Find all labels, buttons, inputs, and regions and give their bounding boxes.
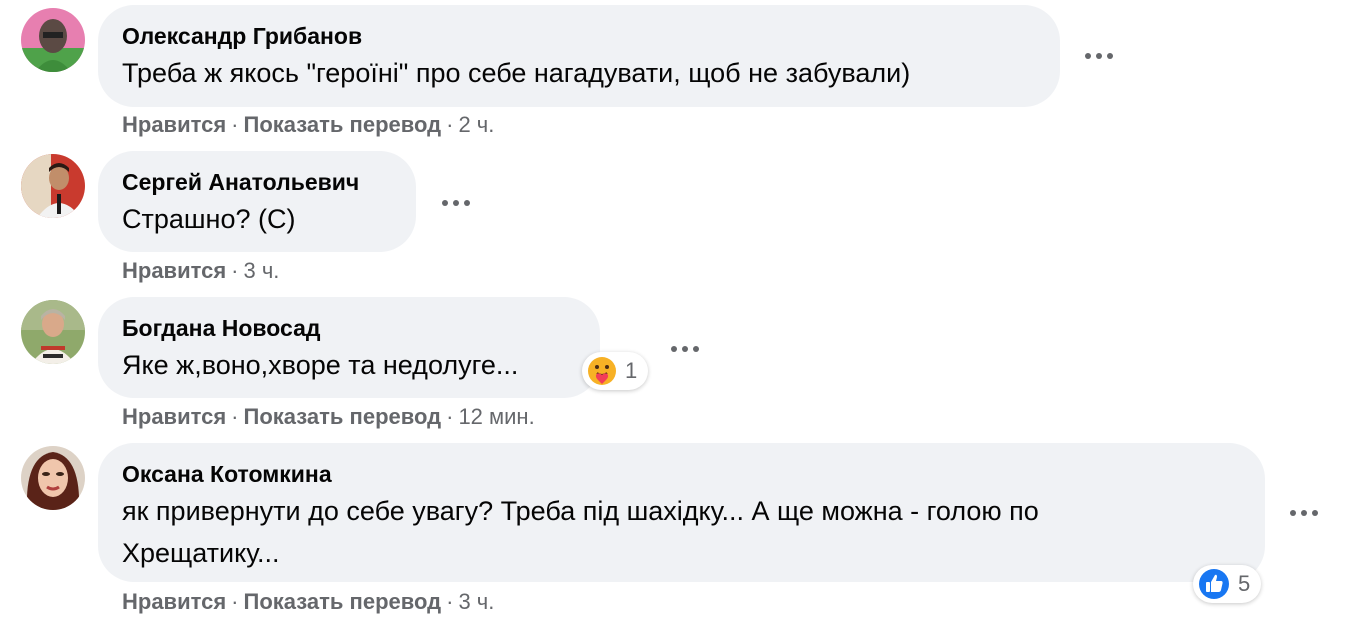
like-link[interactable]: Нравится [122, 404, 226, 429]
dot-icon [1301, 510, 1307, 516]
comment-author[interactable]: Сергей Анатольевич [122, 169, 390, 196]
comment-text-line: як привернути до себе увагу? Треба під ш… [122, 496, 1039, 526]
more-options-button[interactable] [1290, 503, 1318, 523]
separator: · [446, 112, 454, 137]
comment-actions: Нравится · Показать перевод · 12 мин. [122, 404, 535, 430]
timestamp[interactable]: 3 ч. [244, 258, 280, 283]
reaction-count: 5 [1238, 571, 1251, 596]
comment-author[interactable]: Оксана Котомкина [122, 461, 1239, 488]
more-options-button[interactable] [442, 193, 470, 213]
reaction-count: 1 [625, 358, 638, 383]
comment-bubble: Богдана Новосад Яке ж,воно,хворе та недо… [98, 297, 600, 398]
dot-icon [1312, 510, 1318, 516]
avatar-image-icon [21, 8, 85, 72]
dot-icon [1085, 53, 1091, 59]
dot-icon [1096, 53, 1102, 59]
dot-icon [671, 346, 677, 352]
like-thumb-icon [1199, 569, 1229, 599]
comment-bubble: Оксана Котомкина як привернути до себе у… [98, 443, 1265, 582]
avatar[interactable] [21, 446, 85, 510]
reaction-summary[interactable]: 5 [1193, 565, 1261, 603]
comment-author[interactable]: Олександр Грибанов [122, 23, 1034, 50]
comment-bubble: Олександр Грибанов Треба ж якось "героїн… [98, 5, 1060, 107]
more-options-button[interactable] [671, 339, 699, 359]
avatar[interactable] [21, 154, 85, 218]
timestamp[interactable]: 12 мин. [458, 404, 534, 429]
like-link[interactable]: Нравится [122, 258, 226, 283]
comment-actions: Нравится · Показать перевод · 3 ч. [122, 589, 494, 615]
comment-text: Яке ж,воно,хворе та недолуге... [122, 350, 519, 380]
dot-icon [464, 200, 470, 206]
separator: · [231, 404, 239, 429]
timestamp[interactable]: 3 ч. [458, 589, 494, 614]
dot-icon [453, 200, 459, 206]
avatar-image-icon [21, 154, 85, 218]
separator: · [446, 589, 454, 614]
like-link[interactable]: Нравится [122, 112, 226, 137]
comment-text: Треба ж якось "героїні" про себе нагадув… [122, 58, 911, 88]
dot-icon [442, 200, 448, 206]
separator: · [231, 258, 239, 283]
avatar-image-icon [21, 446, 85, 510]
separator: · [446, 404, 454, 429]
dot-icon [1107, 53, 1113, 59]
comment-actions: Нравится · Показать перевод · 2 ч. [122, 112, 494, 138]
comment-text: Страшно? (С) [122, 204, 296, 234]
avatar[interactable] [21, 300, 85, 364]
comment-text-line: Хрещатику... [122, 538, 280, 568]
show-translation-link[interactable]: Показать перевод [244, 112, 442, 137]
comment-bubble: Сергей Анатольевич Страшно? (С) [98, 151, 416, 252]
like-link[interactable]: Нравится [122, 589, 226, 614]
comment-actions: Нравится · 3 ч. [122, 258, 279, 284]
dot-icon [1290, 510, 1296, 516]
separator: · [231, 112, 239, 137]
show-translation-link[interactable]: Показать перевод [244, 404, 442, 429]
comment-author[interactable]: Богдана Новосад [122, 315, 574, 342]
timestamp[interactable]: 2 ч. [458, 112, 494, 137]
dot-icon [693, 346, 699, 352]
dot-icon [682, 346, 688, 352]
avatar[interactable] [21, 8, 85, 72]
care-emoji-icon [588, 357, 616, 385]
more-options-button[interactable] [1085, 46, 1113, 66]
reaction-summary[interactable]: 1 [582, 352, 648, 390]
show-translation-link[interactable]: Показать перевод [244, 589, 442, 614]
avatar-image-icon [21, 300, 85, 364]
separator: · [231, 589, 239, 614]
comment-text: як привернути до себе увагу? Треба під ш… [122, 490, 1239, 574]
